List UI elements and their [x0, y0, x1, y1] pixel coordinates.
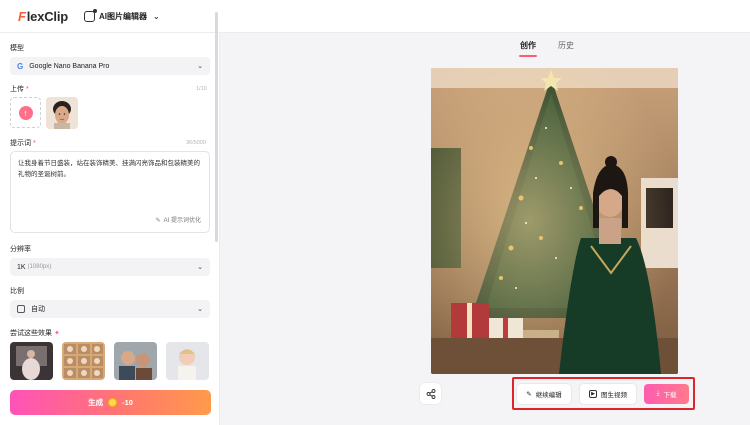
magic-wand-icon: ✎	[155, 218, 161, 224]
ratio-label: 比例	[10, 288, 24, 295]
chevron-down-icon: ⌄	[197, 306, 203, 313]
effects-label: 尝试这些效果 ✦	[10, 330, 60, 337]
prompt-count: 36/5000	[186, 140, 206, 146]
prompt-textarea[interactable]: 让我身着节日盛装，站在装饰精美、挂满闪亮饰品和包装精美的礼物的圣诞树前。 ✎ A…	[10, 151, 210, 233]
chevron-down-icon: ⌄	[197, 264, 203, 271]
generate-cost: -10	[122, 398, 133, 407]
edit-pencil-icon: ✎	[526, 391, 532, 398]
sparkle-icon: ✦	[53, 330, 60, 337]
tool-switcher[interactable]: AI图片编辑器 ⌄	[83, 8, 160, 22]
upload-label: 上传 *	[10, 86, 29, 93]
prompt-text: 让我身着节日盛装，站在装饰精美、挂满闪亮饰品和包装精美的礼物的圣诞树前。	[18, 160, 200, 178]
effect-thumbnail[interactable]	[62, 342, 105, 380]
resolution-sub: (1080px)	[27, 264, 52, 270]
flexclip-logo[interactable]: FlexClip	[18, 9, 68, 24]
tab-create[interactable]: 创作	[519, 40, 537, 57]
effect-thumbnail[interactable]	[10, 342, 53, 380]
effects-list	[10, 342, 209, 380]
effect-thumbnail[interactable]	[166, 342, 209, 380]
model-select[interactable]: G Google Nano Banana Pro ⌄	[10, 57, 210, 75]
ratio-value: 自动	[31, 306, 45, 313]
download-button[interactable]: ⤓ 下载	[644, 384, 689, 404]
generated-image[interactable]	[431, 68, 678, 374]
generate-button[interactable]: 生成 -10	[10, 390, 211, 415]
panel-scrollbar[interactable]	[215, 12, 218, 242]
image-edit-icon	[83, 8, 97, 22]
resolution-label: 分辨率	[10, 246, 31, 253]
image-to-video-button[interactable]: ▶ 图生视频	[580, 384, 636, 404]
chevron-down-icon: ⌄	[152, 11, 160, 21]
download-icon: ⤓	[656, 390, 660, 397]
ai-prompt-optimize-button[interactable]: ✎ AI 提示词优化	[156, 216, 201, 227]
resolution-value: 1K	[17, 263, 26, 271]
upload-icon: ↑	[18, 105, 33, 120]
upload-count: 1/10	[196, 86, 207, 92]
video-play-icon: ▶	[589, 390, 597, 398]
aspect-ratio-icon	[17, 305, 25, 313]
tool-name: AI图片编辑器	[98, 11, 147, 21]
model-label: 模型	[10, 45, 24, 52]
resolution-select[interactable]: 1K (1080px) ⌄	[10, 258, 210, 276]
tab-history[interactable]: 历史	[558, 40, 574, 51]
uploaded-photo-thumbnail[interactable]	[46, 97, 78, 129]
ratio-select[interactable]: 自动 ⌄	[10, 300, 210, 318]
share-icon	[426, 388, 435, 399]
prompt-label: 提示词 *	[10, 140, 36, 147]
share-button[interactable]	[420, 383, 441, 404]
top-header: FlexClip AI图片编辑器 ⌄	[0, 0, 750, 33]
upload-button[interactable]: ↑	[10, 97, 41, 128]
model-value: Google Nano Banana Pro	[29, 62, 110, 70]
google-g-icon: G	[17, 61, 24, 71]
effect-thumbnail[interactable]	[114, 342, 157, 380]
result-tabs: 创作 历史	[519, 40, 574, 57]
continue-edit-button[interactable]: ✎ 继续编辑	[517, 384, 571, 404]
generate-label: 生成	[88, 398, 104, 407]
chevron-down-icon: ⌄	[197, 63, 203, 70]
coin-icon	[108, 398, 118, 407]
